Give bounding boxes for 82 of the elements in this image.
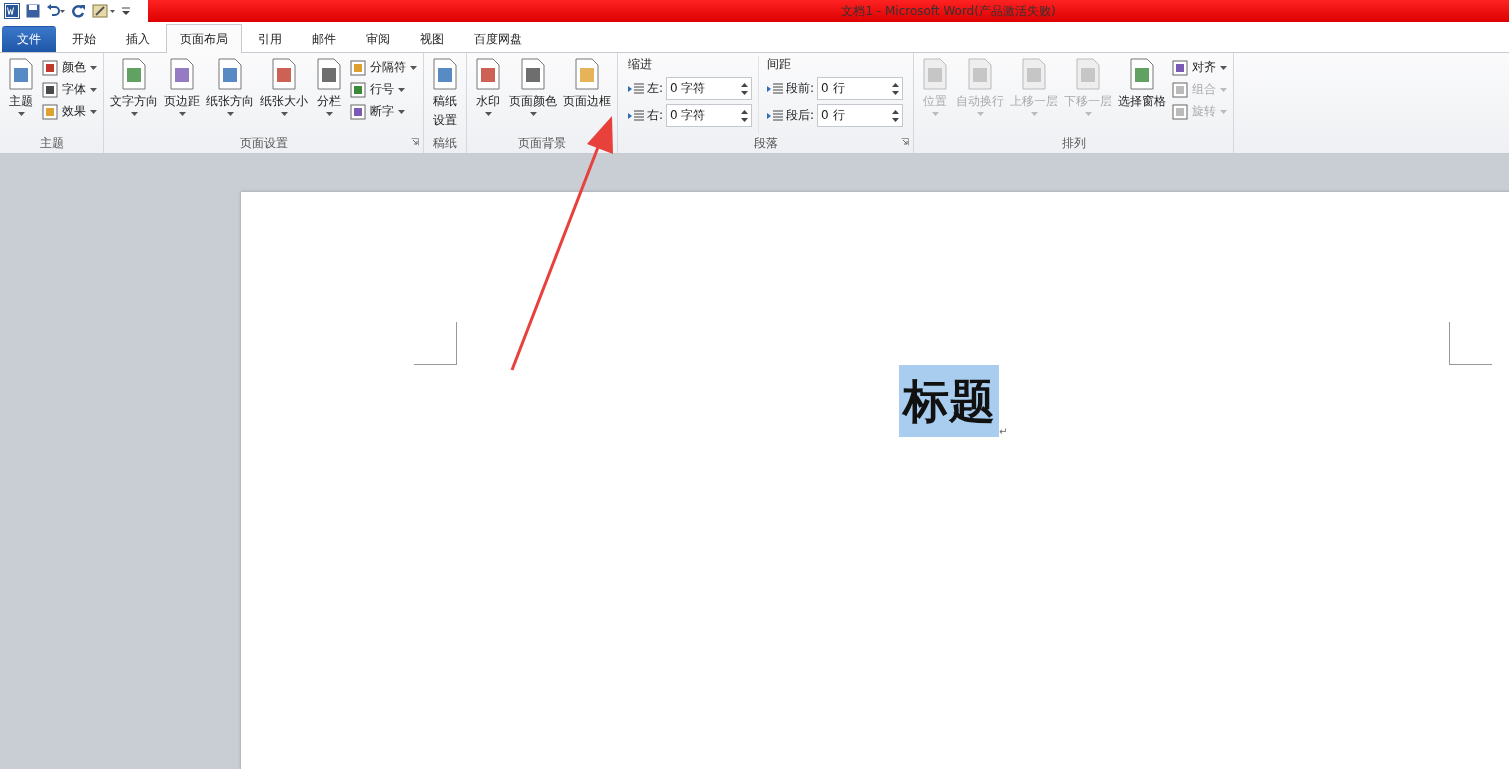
square-icon	[350, 59, 366, 76]
ribbon-tab[interactable]: 开始	[58, 25, 110, 52]
ribbon-tab[interactable]: 文件	[2, 26, 56, 52]
ribbon-button[interactable]: 文字方向	[108, 56, 160, 133]
dialog-launcher-icon[interactable]	[411, 138, 419, 146]
square-icon	[1172, 81, 1189, 98]
word-logo-icon[interactable]	[4, 3, 20, 19]
ribbon-button[interactable]: 颜色	[40, 58, 99, 77]
square-icon	[42, 103, 58, 120]
ribbon-button[interactable]: 主题	[4, 56, 38, 133]
tool-icon[interactable]	[92, 3, 116, 19]
ribbon-tab[interactable]: 审阅	[352, 25, 404, 52]
spinner-icon[interactable]	[892, 108, 900, 123]
ribbon-button[interactable]: 断字	[348, 102, 419, 121]
square-icon	[350, 103, 366, 120]
save-icon[interactable]	[26, 4, 40, 18]
document-icon	[119, 58, 149, 90]
ribbon-button[interactable]: 水印	[471, 56, 505, 133]
ribbon-button[interactable]: 字体	[40, 80, 99, 99]
spinner-icon[interactable]	[741, 81, 749, 96]
window-title: 文档1 - Microsoft Word(产品激活失败)	[841, 2, 1056, 20]
square-icon	[1172, 103, 1189, 120]
document-icon	[518, 58, 548, 90]
field-label: 段后:	[786, 107, 815, 124]
paragraph-mark: ↵	[999, 426, 1008, 437]
square-icon	[42, 59, 58, 76]
ribbon-tab[interactable]: 页面布局	[166, 24, 242, 53]
square-icon	[1172, 59, 1189, 76]
customize-menu-icon[interactable]	[122, 5, 130, 17]
document-icon	[473, 58, 503, 90]
group-label: 稿纸	[433, 134, 457, 152]
ribbon-button[interactable]: 选择窗格	[1116, 56, 1169, 133]
section-label: 缩进	[628, 56, 653, 73]
ribbon-button[interactable]: 效果	[40, 102, 99, 121]
document-icon	[430, 58, 460, 90]
indent-icon	[628, 108, 644, 123]
undo-icon[interactable]	[46, 4, 66, 18]
spin-field[interactable]: 0 字符	[666, 77, 753, 100]
ribbon-button[interactable]: 稿纸 设置	[428, 56, 462, 133]
margin-mark	[1449, 322, 1492, 365]
spinner-icon[interactable]	[892, 81, 900, 96]
spin-field[interactable]: 0 行	[817, 77, 904, 100]
ribbon-button[interactable]: 行号	[348, 80, 419, 99]
ribbon-button[interactable]: 页边距	[162, 56, 202, 133]
square-icon	[42, 81, 58, 98]
ribbon-button[interactable]: 分栏	[312, 56, 346, 133]
group-label: 段落	[753, 134, 778, 152]
document-icon	[215, 58, 245, 90]
section-label: 间距	[767, 56, 793, 73]
ribbon-button[interactable]: 纸张大小	[258, 56, 310, 133]
group-label: 主题	[39, 134, 64, 152]
group-label: 页面背景	[518, 134, 566, 152]
ribbon-tab[interactable]: 视图	[406, 25, 458, 52]
document-icon	[314, 58, 344, 90]
spin-field[interactable]: 0 字符	[666, 104, 753, 127]
document-icon	[269, 58, 299, 90]
ribbon-button[interactable]: 分隔符	[348, 58, 419, 77]
indent-icon	[767, 81, 784, 96]
spinner-icon[interactable]	[741, 108, 749, 123]
document-icon	[572, 58, 602, 90]
document-heading: 标题	[899, 365, 999, 437]
document-icon	[167, 58, 197, 90]
dialog-launcher-icon[interactable]	[901, 138, 910, 146]
ribbon-tab[interactable]: 引用	[244, 25, 296, 52]
field-label: 段前:	[786, 80, 815, 97]
ribbon-tab[interactable]: 插入	[112, 25, 164, 52]
indent-icon	[628, 81, 644, 96]
document-icon	[6, 58, 36, 90]
field-label: 右:	[647, 107, 664, 124]
margin-mark	[414, 322, 457, 365]
ribbon-tab[interactable]: 百度网盘	[460, 25, 536, 52]
ribbon-button[interactable]: 对齐	[1170, 58, 1230, 77]
spin-field[interactable]: 0 行	[817, 104, 904, 127]
indent-icon	[767, 108, 784, 123]
field-label: 左:	[647, 80, 664, 97]
square-icon	[350, 81, 366, 98]
group-label: 页面设置	[239, 134, 288, 152]
redo-icon[interactable]	[72, 4, 86, 18]
ribbon-button[interactable]: 页面颜色	[507, 56, 559, 133]
ribbon-tab[interactable]: 邮件	[298, 25, 350, 52]
group-label: 排列	[1061, 134, 1086, 152]
ribbon-button[interactable]: 纸张方向	[204, 56, 256, 133]
